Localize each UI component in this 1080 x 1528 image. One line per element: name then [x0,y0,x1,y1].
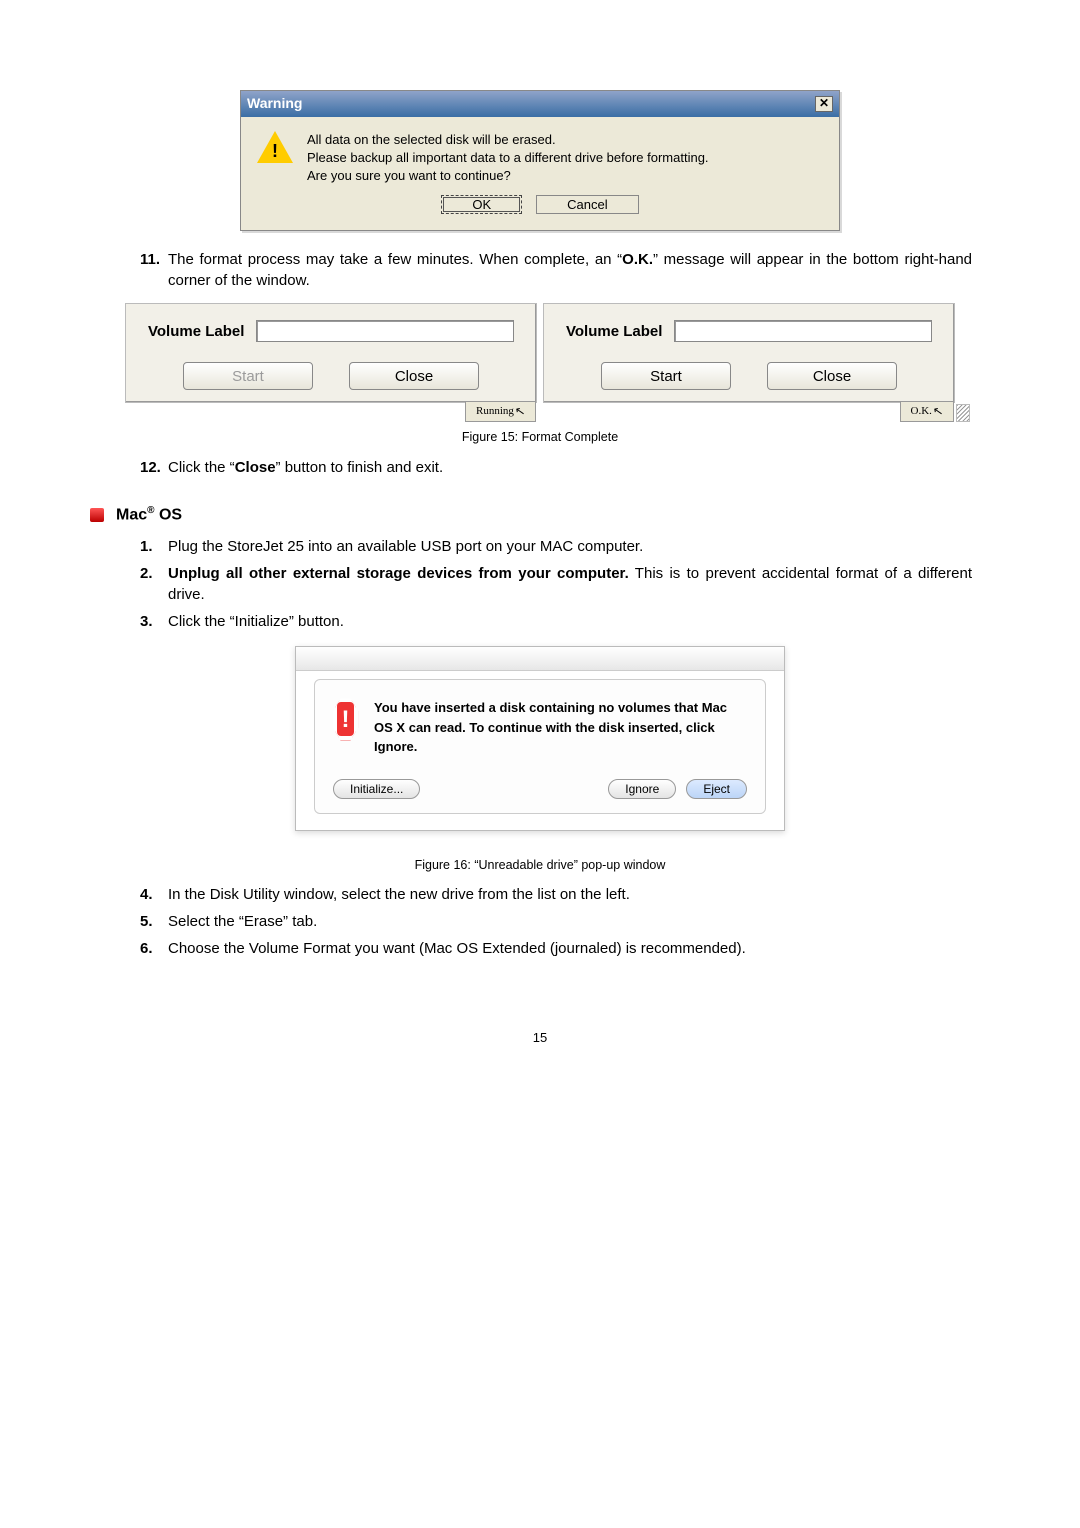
cancel-button[interactable]: Cancel [536,195,638,214]
status-ok: O.K.↖ [900,401,954,422]
section-header-mac: Mac® OS [90,504,990,527]
ignore-button[interactable]: Ignore [608,779,676,799]
volume-label-input[interactable] [674,320,932,342]
step-number: 5. [140,911,153,932]
start-button[interactable]: Start [601,362,731,390]
mac-step-2: 2. Unplug all other external storage dev… [140,563,972,605]
section-title: Mac® OS [116,504,182,527]
resize-grip-icon [956,404,970,422]
warning-line: All data on the selected disk will be er… [307,131,709,149]
close-icon[interactable]: ✕ [815,96,833,112]
figure-15-caption: Figure 15: Format Complete [90,429,990,447]
panel-running: Volume Label Start Close Running↖ [125,303,537,403]
mac-dialog-message: You have inserted a disk containing no v… [374,698,747,757]
close-button[interactable]: Close [767,362,897,390]
volume-label-label: Volume Label [148,321,244,342]
warning-dialog: Warning ✕ ! All data on the selected dis… [240,90,840,231]
eject-button[interactable]: Eject [686,779,747,799]
mac-step-3: 3. Click the “Initialize” button. [140,611,972,632]
step-number: 4. [140,884,153,905]
bullet-icon [90,508,104,522]
page-number: 15 [90,1029,990,1047]
volume-label-label: Volume Label [566,321,662,342]
panel-ok: Volume Label Start Close O.K.↖ [543,303,955,403]
dialog-title: Warning [247,94,302,114]
step-number: 2. [140,563,153,584]
start-button: Start [183,362,313,390]
step-number: 6. [140,938,153,959]
mac-unreadable-dialog: ! You have inserted a disk containing no… [295,646,785,831]
close-button[interactable]: Close [349,362,479,390]
format-panels: Volume Label Start Close Running↖ Volume… [125,303,955,403]
step-number: 12. [140,457,161,478]
warning-triangle-icon: ! [257,131,293,163]
cursor-icon: ↖ [514,403,527,421]
mac-window-titlebar [296,647,784,671]
mac-step-1: 1. Plug the StoreJet 25 into an availabl… [140,536,972,557]
stop-alert-icon: ! [333,698,358,740]
step-number: 1. [140,536,153,557]
mac-step-6: 6. Choose the Volume Format you want (Ma… [140,938,972,959]
cursor-icon: ↖ [932,403,945,421]
step-number: 11. [140,249,160,270]
doc-step-12: 12. Click the “Close” button to finish a… [140,457,972,478]
warning-line: Please backup all important data to a di… [307,149,709,167]
warning-line: Are you sure you want to continue? [307,167,709,185]
dialog-titlebar: Warning ✕ [241,91,839,117]
initialize-button[interactable]: Initialize... [333,779,420,799]
ok-button[interactable]: OK [441,195,522,214]
step-number: 3. [140,611,153,632]
mac-step-4: 4. In the Disk Utility window, select th… [140,884,972,905]
mac-step-5: 5. Select the “Erase” tab. [140,911,972,932]
doc-step-11: 11. The format process may take a few mi… [140,249,972,291]
figure-16-caption: Figure 16: “Unreadable drive” pop-up win… [90,857,990,875]
warning-message: All data on the selected disk will be er… [307,131,709,186]
volume-label-input[interactable] [256,320,514,342]
status-running: Running↖ [465,401,536,422]
